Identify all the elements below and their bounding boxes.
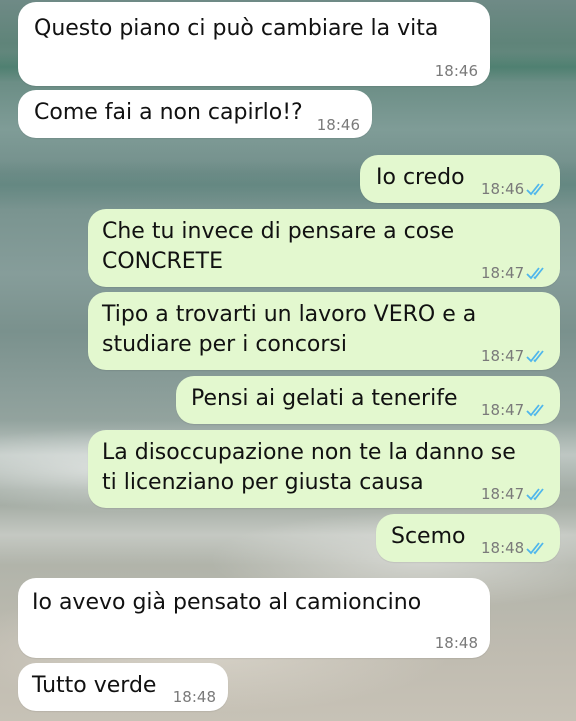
double-check-icon xyxy=(526,267,544,280)
message-bubble-outgoing[interactable]: Pensi ai gelati a tenerife 18:47 xyxy=(176,376,560,424)
message-timestamp: 18:46 xyxy=(434,62,478,80)
message-text: Io credo xyxy=(376,165,465,190)
message-text: Io avevo già pensato al camioncino xyxy=(32,590,422,615)
message-timestamp: 18:46 xyxy=(481,180,525,198)
double-check-icon xyxy=(526,183,544,196)
message-text: Questo piano ci può cambiare la vita xyxy=(34,16,439,41)
message-timestamp: 18:47 xyxy=(481,401,525,419)
message-text: La disoccupazione non te la danno se ti … xyxy=(102,440,516,495)
message-bubble-incoming[interactable]: Questo piano ci può cambiare la vita 18:… xyxy=(18,2,490,86)
double-check-icon xyxy=(526,350,544,363)
message-text: Tutto verde xyxy=(32,673,157,698)
message-timestamp: 18:46 xyxy=(316,116,360,134)
message-bubble-incoming[interactable]: Tutto verde 18:48 xyxy=(18,663,228,711)
message-timestamp: 18:48 xyxy=(481,539,525,557)
message-text: Tipo a trovarti un lavoro VERO e a studi… xyxy=(102,302,477,357)
message-text: Che tu invece di pensare a cose CONCRETE xyxy=(102,219,455,274)
message-timestamp: 18:48 xyxy=(434,634,478,652)
double-check-icon xyxy=(526,404,544,417)
message-timestamp: 18:47 xyxy=(481,264,525,282)
message-bubble-incoming[interactable]: Io avevo già pensato al camioncino 18:48 xyxy=(18,578,490,658)
message-bubble-outgoing[interactable]: Che tu invece di pensare a cose CONCRETE… xyxy=(88,209,560,287)
message-bubble-outgoing[interactable]: Scemo 18:48 xyxy=(376,514,560,562)
message-bubble-outgoing[interactable]: Io credo 18:46 xyxy=(360,155,560,203)
message-bubble-incoming[interactable]: Come fai a non capirlo!? 18:46 xyxy=(18,90,372,138)
message-timestamp: 18:48 xyxy=(172,688,216,706)
message-bubble-outgoing[interactable]: La disoccupazione non te la danno se ti … xyxy=(88,430,560,508)
double-check-icon xyxy=(526,542,544,555)
message-text: Come fai a non capirlo!? xyxy=(34,100,303,125)
message-text: Pensi ai gelati a tenerife xyxy=(191,386,458,411)
message-timestamp: 18:47 xyxy=(481,485,525,503)
message-text: Scemo xyxy=(391,524,466,549)
message-timestamp: 18:47 xyxy=(481,347,525,365)
double-check-icon xyxy=(526,488,544,501)
message-bubble-outgoing[interactable]: Tipo a trovarti un lavoro VERO e a studi… xyxy=(88,292,560,370)
